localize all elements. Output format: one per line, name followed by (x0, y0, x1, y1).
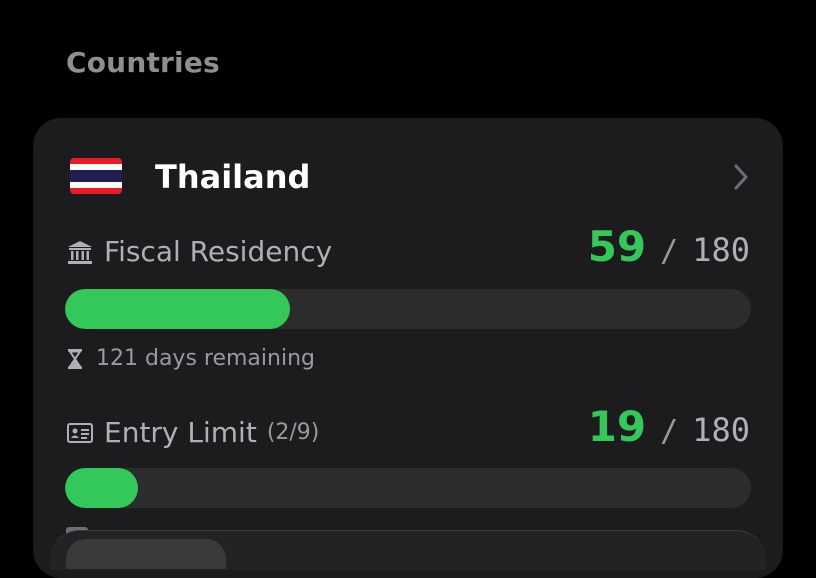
fiscal-residency-label: Fiscal Residency (66, 235, 332, 268)
fiscal-residency-text: Fiscal Residency (104, 235, 333, 268)
bottom-sheet[interactable] (50, 530, 766, 570)
entry-progress-bar (65, 468, 751, 508)
entry-separator: / (660, 414, 679, 449)
country-header[interactable]: Thailand (33, 118, 783, 236)
country-name: Thailand (155, 158, 311, 196)
fiscal-progress-bar (65, 289, 751, 329)
sheet-tab[interactable] (66, 539, 226, 569)
entry-progress-fill (65, 468, 138, 508)
entry-limit-label: Entry Limit (2/9) (66, 416, 319, 449)
entry-current-days: 19 (587, 402, 647, 451)
hourglass-icon (68, 348, 82, 369)
bank-building-icon (68, 240, 92, 264)
thailand-flag-icon (70, 158, 122, 194)
country-card[interactable]: Thailand Fiscal Residency 59 / 180 121 d… (33, 118, 783, 578)
fiscal-progress-fill (65, 289, 290, 329)
fiscal-separator: / (660, 234, 679, 269)
fiscal-current-days: 59 (587, 222, 647, 271)
days-remaining: 121 days remaining (66, 346, 315, 371)
fiscal-max-days: 180 (692, 231, 750, 269)
chevron-right-icon[interactable] (731, 162, 751, 192)
entry-limit-text: Entry Limit (104, 416, 257, 449)
days-remaining-text: 121 days remaining (96, 346, 315, 371)
entry-max-days: 180 (692, 411, 750, 449)
id-card-icon (67, 422, 93, 443)
fiscal-residency-value: 59 / 180 (588, 222, 750, 271)
entry-limit-value: 19 / 180 (588, 402, 750, 451)
entry-count: (2/9) (266, 420, 320, 445)
section-title: Countries (66, 46, 220, 79)
